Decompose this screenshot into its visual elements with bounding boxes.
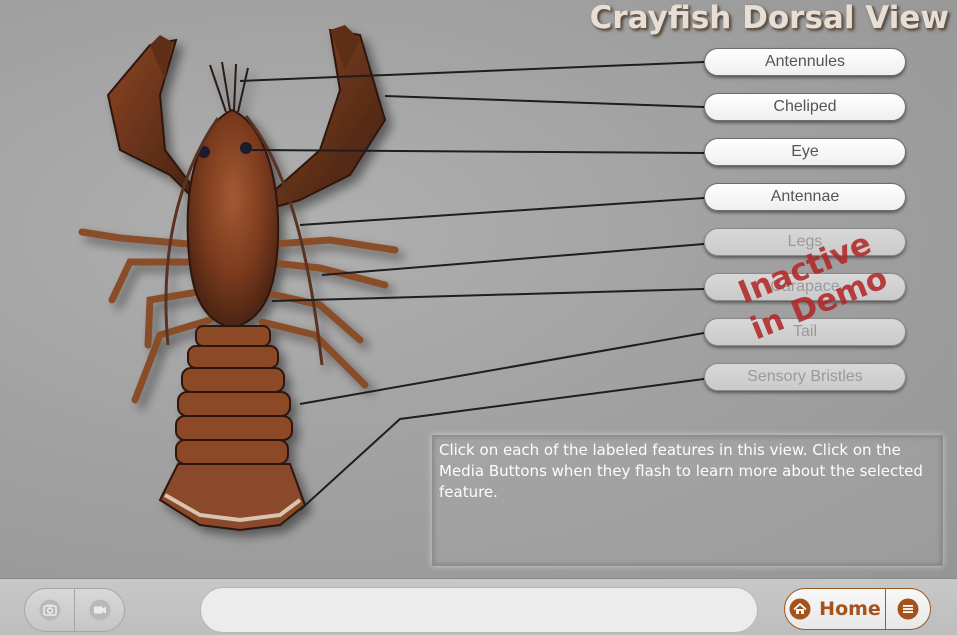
label-button-cheliped[interactable]: Cheliped [704,93,906,121]
photo-media-button[interactable] [25,589,74,631]
label-button-eye[interactable]: Eye [704,138,906,166]
label-button-tail[interactable]: Tail [704,318,906,346]
label-button-antennae[interactable]: Antennae [704,183,906,211]
home-button[interactable]: Home [785,589,886,629]
label-button-legs[interactable]: Legs [704,228,906,256]
antennules [209,61,249,113]
status-field [200,587,758,633]
media-buttons [24,588,125,632]
home-icon [789,598,811,620]
crayfish-illustration [78,25,399,532]
label-button-antennules[interactable]: Antennules [704,48,906,76]
tail-segments [175,325,293,465]
menu-icon [897,598,919,620]
label-button-sensory-bristles[interactable]: Sensory Bristles [704,363,906,391]
video-camera-icon [89,599,110,621]
label-button-carapace[interactable]: Carapace [704,273,906,301]
instructions-panel: Click on each of the labeled features in… [432,435,943,566]
right-eye [240,142,252,154]
page-title: Crayfish Dorsal View [589,0,949,36]
menu-button[interactable] [886,589,930,629]
camera-icon [39,599,60,621]
home-label: Home [819,598,881,620]
navigation-buttons: Home [784,588,931,630]
bottom-toolbar: Home [0,578,957,635]
video-media-button[interactable] [74,589,124,631]
instructions-text: Click on each of the labeled features in… [439,441,923,501]
diagram-stage: Crayfish Dorsal View Antennules Cheliped E… [0,0,957,578]
